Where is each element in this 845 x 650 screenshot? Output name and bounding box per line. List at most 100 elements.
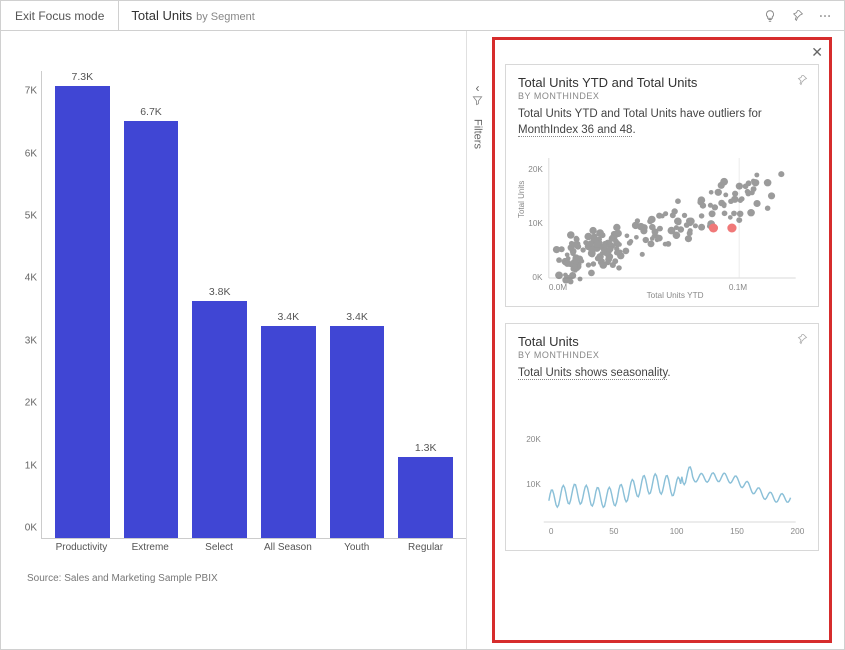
bar[interactable] (398, 457, 453, 538)
scatter-point (693, 223, 698, 228)
scatter-point (709, 210, 716, 217)
insight-card-outliers: Total Units YTD and Total Units BY MONTH… (505, 64, 819, 307)
plot-area: 7.3K6.7K3.8K3.4K3.4K1.3K (41, 71, 466, 539)
seasonal-line (549, 467, 791, 507)
scatter-point (732, 191, 738, 197)
line-ytick1: 20K (526, 435, 541, 444)
more-icon[interactable] (818, 9, 832, 23)
scatter-ytick2: 20K (528, 165, 543, 174)
scatter-point (603, 244, 608, 249)
scatter-point (671, 208, 677, 214)
insight-card-seasonality: Total Units BY MONTHINDEX Total Units sh… (505, 323, 819, 551)
scatter-ytick0: 0K (532, 273, 543, 282)
scatter-point (627, 240, 633, 245)
bar-value-label: 3.4K (278, 311, 300, 323)
scatter-point (599, 261, 607, 268)
bar-slot: 3.4K (323, 71, 392, 538)
pin-icon[interactable] (796, 332, 808, 350)
bar-slot: 3.8K (185, 71, 254, 538)
y-tick: 6K (25, 148, 37, 159)
scatter-point (685, 235, 692, 242)
scatter-point (612, 258, 618, 264)
close-icon[interactable]: ✕ (811, 44, 823, 61)
line-xtick: 150 (730, 527, 744, 536)
bar[interactable] (330, 326, 385, 538)
scatter-point (606, 256, 611, 261)
scatter-point (722, 204, 727, 209)
bar[interactable] (261, 326, 316, 538)
bar[interactable] (192, 301, 247, 538)
scatter-point (728, 199, 734, 204)
scatter-point (640, 252, 645, 257)
scatter-point (723, 193, 728, 198)
scatter-xlabel: Total Units YTD (647, 291, 704, 298)
scatter-point (682, 213, 687, 218)
scatter-point (555, 272, 563, 280)
bar-value-label: 1.3K (415, 442, 437, 454)
scatter-xtick0: 0.0M (549, 283, 568, 292)
line-xtick: 0 (549, 527, 554, 536)
scatter-point (601, 248, 607, 254)
scatter-point (635, 218, 640, 223)
scatter-point (553, 246, 560, 253)
scatter-point (778, 171, 784, 177)
card-subtitle: BY MONTHINDEX (518, 91, 806, 101)
scatter-point (737, 211, 744, 217)
y-axis: 0K1K2K3K4K5K6K7K (19, 71, 41, 539)
scatter-point (752, 179, 760, 186)
scatter-point (586, 262, 591, 267)
scatter-point (572, 264, 578, 269)
bar-chart-area: 0K1K2K3K4K5K6K7K 7.3K6.7K3.8K3.4K3.4K1.3… (1, 31, 466, 649)
scatter-point (616, 265, 622, 270)
scatter-point (722, 211, 728, 217)
scatter-point (736, 183, 743, 190)
scatter-point (739, 196, 745, 201)
bar-chart: 0K1K2K3K4K5K6K7K 7.3K6.7K3.8K3.4K3.4K1.3… (19, 71, 466, 539)
exit-focus-button[interactable]: Exit Focus mode (1, 1, 119, 30)
scatter-point (708, 203, 713, 208)
pin-icon[interactable] (791, 9, 804, 22)
outlier-point (709, 224, 718, 233)
desc-highlight: MonthIndex 36 and 48 (518, 124, 632, 137)
bar-slot: 3.4K (254, 71, 323, 538)
scatter-point (584, 233, 592, 241)
bar-slot: 7.3K (48, 71, 117, 538)
scatter-point (591, 261, 597, 266)
chevron-left-icon[interactable]: ‹ (467, 81, 488, 95)
card-description: Total Units shows seasonality. (518, 366, 806, 382)
scatter-point (698, 196, 706, 203)
bar-value-label: 3.4K (346, 311, 368, 323)
insights-panel: ✕ Total Units YTD and Total Units BY MON… (492, 37, 832, 643)
scatter-point (749, 190, 754, 195)
scatter-point (709, 190, 714, 195)
scatter-point (565, 253, 570, 258)
scatter-point (641, 224, 648, 231)
header-bar: Exit Focus mode Total Units by Segment (1, 1, 844, 31)
outlier-point (727, 224, 736, 233)
x-category-label: Productivity (47, 542, 116, 553)
scatter-point (588, 270, 595, 277)
bar[interactable] (124, 121, 179, 538)
lightbulb-icon[interactable] (763, 9, 777, 23)
scatter-point (731, 211, 737, 217)
desc-suffix: . (632, 124, 635, 136)
scatter-point (625, 234, 630, 239)
main-area: 0K1K2K3K4K5K6K7K 7.3K6.7K3.8K3.4K3.4K1.3… (1, 31, 844, 649)
scatter-point (614, 241, 621, 248)
card-subtitle: BY MONTHINDEX (518, 350, 806, 360)
scatter-point (643, 237, 649, 243)
filters-label[interactable]: Filters (472, 119, 484, 149)
bar[interactable] (55, 86, 110, 538)
scatter-point (596, 229, 604, 237)
scatter-point (746, 180, 752, 186)
funnel-icon[interactable] (467, 95, 488, 109)
scatter-point (728, 215, 733, 220)
scatter-point (580, 247, 585, 252)
scatter-xtick1: 0.1M (729, 283, 748, 292)
header-icons (763, 9, 844, 23)
scatter-point (596, 253, 603, 260)
scatter-point (556, 257, 562, 263)
scatter-point (572, 254, 580, 261)
scatter-point (765, 206, 771, 211)
pin-icon[interactable] (796, 73, 808, 91)
